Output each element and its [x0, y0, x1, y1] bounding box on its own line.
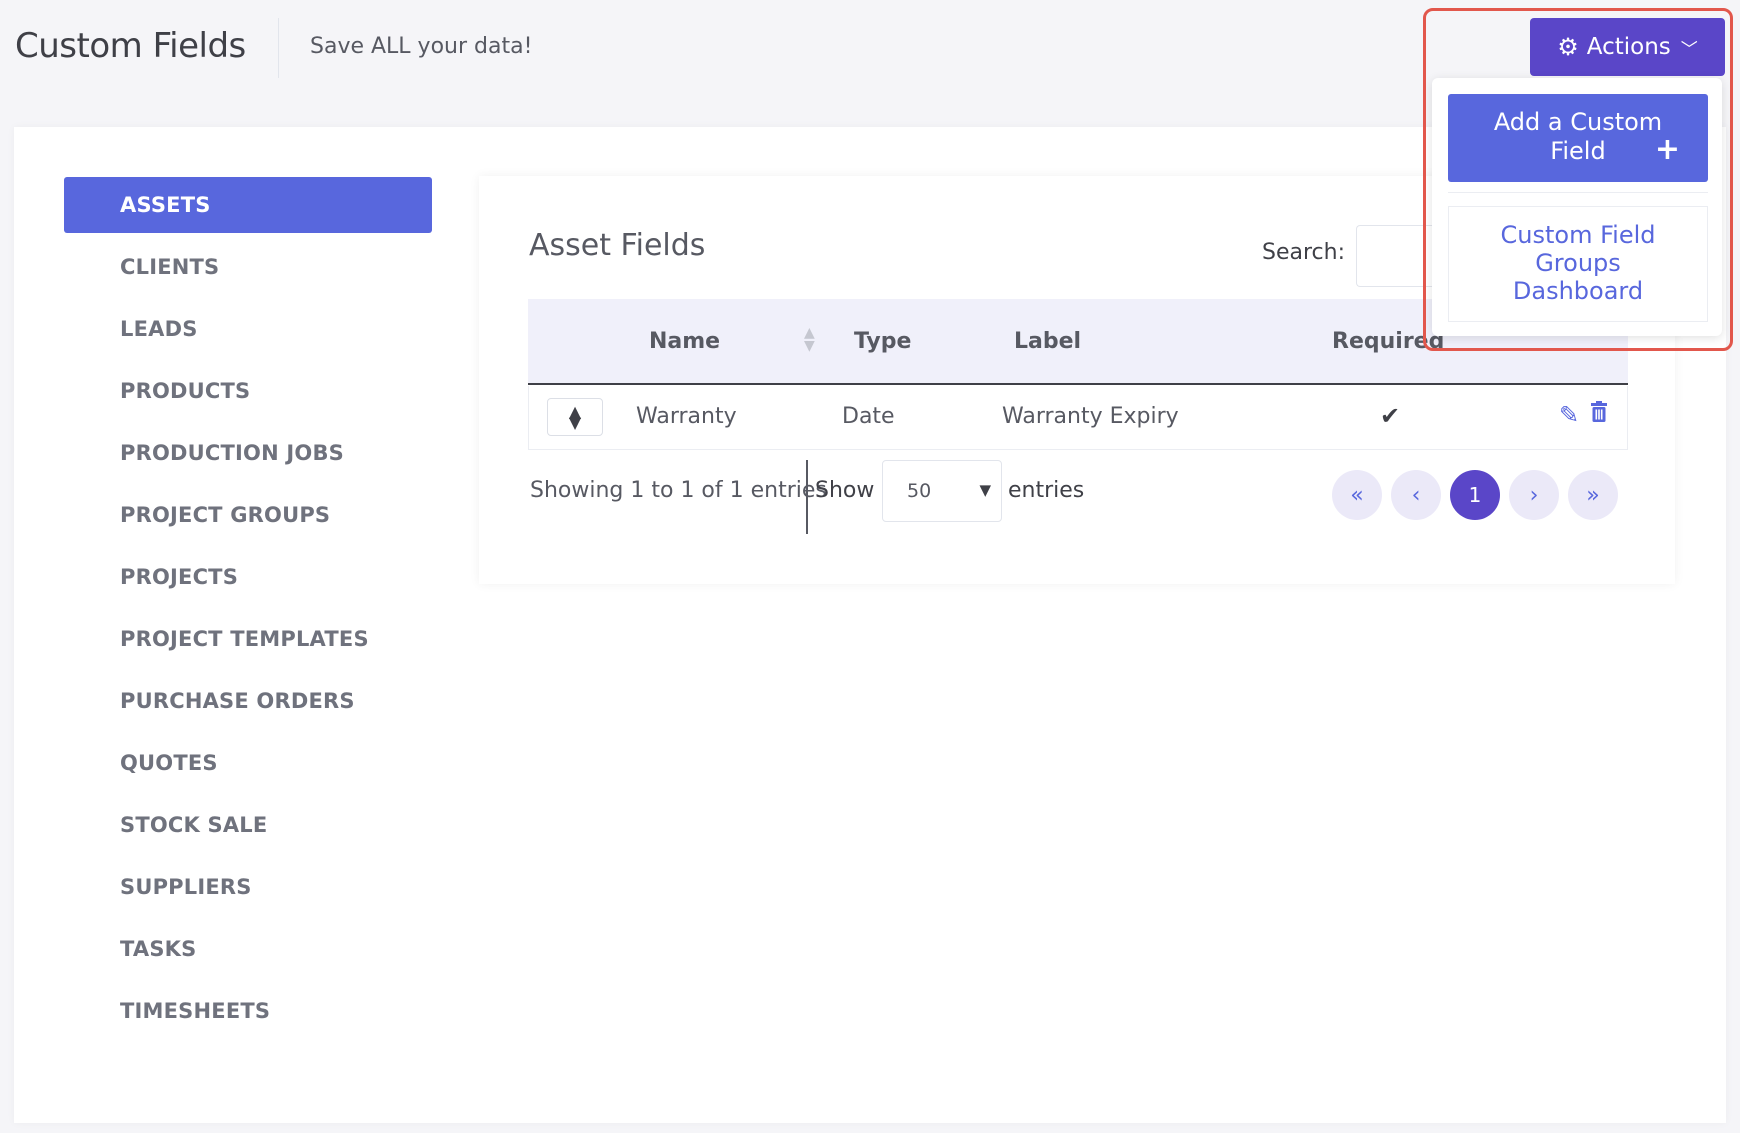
sidebar-item-stock-sale[interactable]: STOCK SALE [64, 797, 432, 853]
edit-icon[interactable]: ✎ [1559, 401, 1579, 429]
previous-page-button[interactable]: ‹ [1391, 470, 1441, 520]
search-label: Search: [1262, 240, 1345, 265]
sidebar-item-label: TASKS [120, 937, 197, 961]
menu-divider [1448, 192, 1708, 193]
sidebar-item-label: STOCK SALE [120, 813, 268, 837]
pagination: « ‹ 1 › » [1332, 470, 1618, 520]
custom-field-groups-dashboard-link[interactable]: Custom Field Groups Dashboard [1448, 206, 1708, 322]
page-button-current[interactable]: 1 [1450, 470, 1500, 520]
gear-icon: ⚙ [1557, 33, 1579, 61]
sidebar-item-label: SUPPLIERS [120, 875, 252, 899]
sidebar-item-projects[interactable]: PROJECTS [64, 549, 432, 605]
page-size-value: 50 [907, 480, 932, 502]
sidebar-item-tasks[interactable]: TASKS [64, 921, 432, 977]
cell-name: Warranty [636, 404, 737, 429]
column-header-required[interactable]: Required [1332, 329, 1444, 354]
sidebar-item-suppliers[interactable]: SUPPLIERS [64, 859, 432, 915]
table-info: Showing 1 to 1 of 1 entries [530, 478, 827, 503]
sidebar-item-label: QUOTES [120, 751, 218, 775]
column-header-label[interactable]: Label [1014, 329, 1081, 354]
page-size-select[interactable]: 50 ▼ [882, 460, 1002, 522]
column-header-name[interactable]: Name [649, 329, 720, 354]
cell-label: Warranty Expiry [1002, 404, 1179, 429]
sidebar-item-leads[interactable]: LEADS [64, 301, 432, 357]
cell-type: Date [842, 404, 895, 429]
add-custom-field-label: Add a Custom Field [1493, 108, 1663, 165]
sidebar-item-purchase-orders[interactable]: PURCHASE ORDERS [64, 673, 432, 729]
sidebar-item-label: LEADS [120, 317, 198, 341]
sidebar-item-label: PRODUCTION JOBS [120, 441, 344, 465]
title-divider [278, 18, 279, 78]
sidebar-item-label: PROJECT GROUPS [120, 503, 331, 527]
chevron-down-icon: ﹀ [1680, 39, 1698, 60]
sidebar-item-label: TIMESHEETS [120, 999, 271, 1023]
section-title: Asset Fields [529, 228, 706, 263]
sidebar-item-quotes[interactable]: QUOTES [64, 735, 432, 791]
sidebar-item-project-groups[interactable]: PROJECT GROUPS [64, 487, 432, 543]
sidebar-item-assets[interactable]: ASSETS [64, 177, 432, 233]
sidebar-item-label: PURCHASE ORDERS [120, 689, 355, 713]
sort-icon[interactable]: ▲ ▼ [804, 326, 815, 353]
custom-field-groups-label: Custom Field Groups Dashboard [1500, 221, 1656, 305]
sidebar-item-label: ASSETS [120, 193, 211, 217]
checkmark-icon: ✔ [1380, 402, 1401, 430]
page-subtitle: Save ALL your data! [310, 34, 533, 59]
trash-icon[interactable] [1590, 401, 1608, 427]
reorder-handle[interactable]: ▲ ▼ [547, 398, 603, 436]
sidebar-item-clients[interactable]: CLIENTS [64, 239, 432, 295]
table-row: ▲ ▼ Warranty Date Warranty Expiry ✔ ✎ [528, 386, 1628, 450]
entries-label: entries [1008, 478, 1085, 503]
page-title: Custom Fields [15, 26, 246, 66]
actions-label: Actions [1586, 34, 1671, 60]
show-label: Show [815, 478, 875, 503]
sidebar-item-label: PRODUCTS [120, 379, 251, 403]
sidebar-nav: ASSETS CLIENTS LEADS PRODUCTS PRODUCTION… [64, 177, 432, 1045]
add-custom-field-button[interactable]: Add a Custom Field + [1448, 94, 1708, 182]
sidebar-item-timesheets[interactable]: TIMESHEETS [64, 983, 432, 1039]
actions-dropdown-menu: Add a Custom Field + Custom Field Groups… [1432, 78, 1722, 336]
sidebar-item-label: PROJECTS [120, 565, 239, 589]
sort-arrows-icon: ▲ ▼ [568, 402, 582, 432]
column-header-type[interactable]: Type [854, 329, 911, 354]
plus-icon: + [1654, 132, 1680, 167]
last-page-button[interactable]: » [1568, 470, 1618, 520]
sidebar-item-label: PROJECT TEMPLATES [120, 627, 369, 651]
actions-button[interactable]: ⚙ Actions ﹀ [1530, 18, 1725, 76]
first-page-button[interactable]: « [1332, 470, 1382, 520]
next-page-button[interactable]: › [1509, 470, 1559, 520]
sidebar-item-project-templates[interactable]: PROJECT TEMPLATES [64, 611, 432, 667]
footer-divider [806, 460, 808, 534]
chevron-down-icon: ▼ [979, 481, 991, 499]
sidebar-item-label: CLIENTS [120, 255, 220, 279]
sidebar-item-products[interactable]: PRODUCTS [64, 363, 432, 419]
sidebar-item-production-jobs[interactable]: PRODUCTION JOBS [64, 425, 432, 481]
